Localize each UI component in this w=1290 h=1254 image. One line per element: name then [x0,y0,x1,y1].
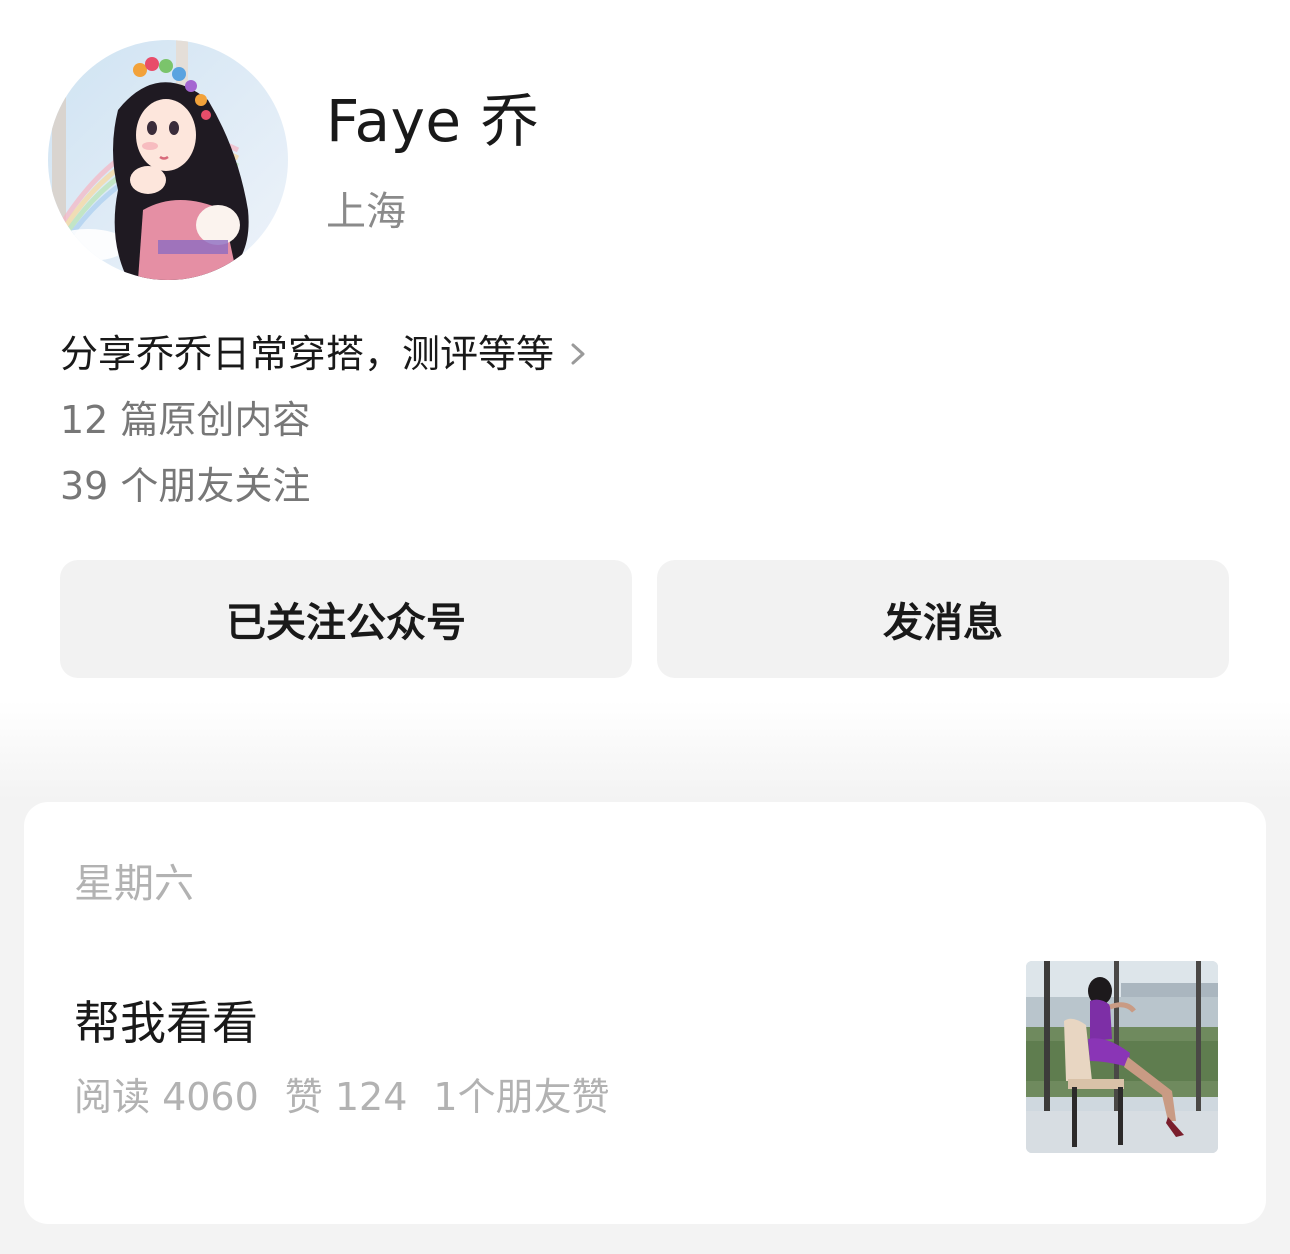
friends-following-count[interactable]: 39 个朋友关注 [60,458,310,514]
article-thumbnail[interactable] [1026,961,1218,1153]
article-friend-likes: 1个朋友赞 [433,1075,610,1119]
profile-avatar[interactable] [48,40,288,280]
profile-bio: 分享乔乔日常穿搭，测评等等 [60,332,555,376]
date-header: 星期六 [74,861,194,907]
profile-name: Faye 乔 [326,87,540,155]
followed-account-button[interactable]: 已关注公众号 [60,560,632,678]
profile-location: 上海 [326,189,406,235]
original-articles-count[interactable]: 12 篇原创内容 [60,392,310,448]
cartoon-princess-avatar [48,40,288,280]
woman-in-purple-dress-photo [1026,961,1218,1153]
article-read-count: 阅读 4060 [74,1075,259,1119]
profile-bio-link[interactable]: 分享乔乔日常穿搭，测评等等 [60,326,590,382]
chevron-right-icon [568,337,590,371]
send-message-button[interactable]: 发消息 [657,560,1229,678]
article-meta: 阅读 4060 赞 124 1个朋友赞 [74,1070,610,1124]
article-feed-card: 星期六 帮我看看 阅读 4060 赞 124 1个朋友赞 [24,802,1266,1224]
article-item[interactable]: 帮我看看 阅读 4060 赞 124 1个朋友赞 [24,952,1266,1153]
article-like-count: 赞 124 [284,1075,408,1119]
article-title[interactable]: 帮我看看 [74,992,258,1054]
